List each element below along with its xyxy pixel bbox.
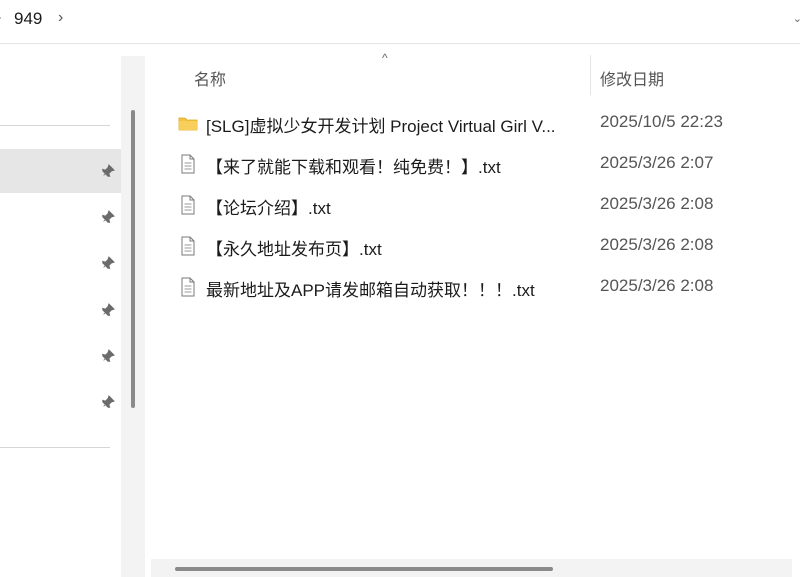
scrollbar-thumb[interactable] bbox=[131, 110, 135, 408]
file-name[interactable]: [SLG]虚拟少女开发计划 Project Virtual Girl V... bbox=[206, 112, 556, 137]
pin-icon[interactable] bbox=[101, 395, 115, 409]
column-header-name[interactable]: 名称 bbox=[194, 66, 226, 90]
nav-item-pinned[interactable] bbox=[0, 288, 121, 332]
text-file-icon bbox=[181, 195, 195, 215]
nav-item-pinned[interactable] bbox=[0, 241, 121, 285]
file-list: ^ 名称 修改日期 [SLG]虚拟少女开发计划 Project Virtual … bbox=[145, 45, 800, 577]
file-name[interactable]: 最新地址及APP请发邮箱自动获取！！！.txt bbox=[206, 276, 535, 301]
nav-vertical-scrollbar[interactable] bbox=[121, 56, 145, 577]
text-file-icon bbox=[181, 236, 195, 256]
column-header-date-modified[interactable]: 修改日期 bbox=[600, 66, 664, 90]
breadcrumb-segment[interactable]: 949 bbox=[14, 9, 42, 29]
nav-item-pinned[interactable] bbox=[0, 380, 121, 424]
column-divider[interactable] bbox=[590, 55, 591, 95]
pin-icon[interactable] bbox=[101, 303, 115, 317]
folder-icon bbox=[178, 117, 198, 131]
scrollbar-thumb[interactable] bbox=[175, 567, 553, 571]
chevron-down-icon[interactable]: ⌄ bbox=[793, 12, 800, 25]
text-file-icon bbox=[181, 277, 195, 297]
nav-item-pinned[interactable] bbox=[0, 195, 121, 239]
file-date-modified: 2025/10/5 22:23 bbox=[600, 112, 723, 131]
nav-item-pinned[interactable] bbox=[0, 334, 121, 378]
sort-ascending-icon: ^ bbox=[382, 51, 388, 65]
text-file-icon bbox=[181, 154, 195, 174]
file-name[interactable]: 【来了就能下载和观看！纯免费！】.txt bbox=[206, 153, 501, 178]
file-name[interactable]: 【永久地址发布页】.txt bbox=[206, 235, 382, 260]
nav-divider bbox=[0, 125, 110, 126]
file-date-modified: 2025/3/26 2:08 bbox=[600, 276, 714, 295]
file-date-modified: 2025/3/26 2:07 bbox=[600, 153, 714, 172]
file-date-modified: 2025/3/26 2:08 bbox=[600, 194, 714, 213]
pin-icon[interactable] bbox=[101, 164, 115, 178]
file-row[interactable]: 【论坛介绍】.txt 2025/3/26 2:08 bbox=[145, 185, 800, 226]
navigation-pane bbox=[0, 45, 121, 577]
file-row[interactable]: 【来了就能下载和观看！纯免费！】.txt 2025/3/26 2:07 bbox=[145, 144, 800, 185]
address-breadcrumb[interactable]: › 949 › ⌄ bbox=[0, 0, 800, 44]
file-date-modified: 2025/3/26 2:08 bbox=[600, 235, 714, 254]
pin-icon[interactable] bbox=[101, 349, 115, 363]
breadcrumb-separator[interactable]: › bbox=[58, 9, 63, 27]
file-row[interactable]: 最新地址及APP请发邮箱自动获取！！！.txt 2025/3/26 2:08 bbox=[145, 267, 800, 308]
nav-item-pinned[interactable] bbox=[0, 149, 121, 193]
pin-icon[interactable] bbox=[101, 256, 115, 270]
file-row[interactable]: [SLG]虚拟少女开发计划 Project Virtual Girl V... … bbox=[145, 103, 800, 144]
pin-icon[interactable] bbox=[101, 210, 115, 224]
horizontal-scrollbar[interactable] bbox=[151, 559, 792, 577]
file-name[interactable]: 【论坛介绍】.txt bbox=[206, 194, 331, 219]
breadcrumb-separator[interactable]: › bbox=[0, 9, 1, 27]
nav-divider bbox=[0, 447, 110, 448]
file-row[interactable]: 【永久地址发布页】.txt 2025/3/26 2:08 bbox=[145, 226, 800, 267]
